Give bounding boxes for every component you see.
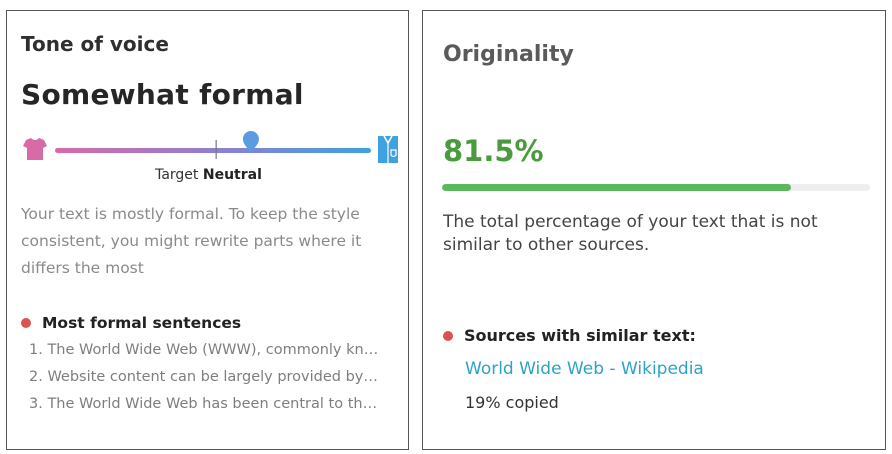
tone-description: Your text is mostly formal. To keep the … — [21, 205, 362, 277]
tone-of-voice-card: Tone of voice Somewhat formal Target Neu… — [6, 10, 409, 450]
t-shirt-icon — [23, 138, 47, 160]
target-prefix: Target — [155, 167, 199, 183]
list-item[interactable]: 2. Website content can be largely provid… — [29, 364, 379, 391]
tone-value: Somewhat formal — [21, 78, 304, 111]
originality-progress-bar — [442, 184, 870, 191]
sources-heading: Sources with similar text: — [443, 326, 696, 345]
sources-label: Sources with similar text: — [464, 326, 696, 345]
tone-track — [55, 148, 371, 153]
originality-title: Originality — [443, 42, 574, 67]
bullet-dot-icon — [21, 318, 31, 328]
originality-progress-fill — [442, 184, 791, 191]
target-marker — [215, 140, 217, 159]
originality-card: Originality 81.5% The total percentage o… — [422, 10, 886, 450]
source-link[interactable]: World Wide Web - Wikipedia — [465, 359, 704, 379]
originality-description: The total percentage of your text that i… — [443, 212, 818, 255]
list-item[interactable]: 3. The World Wide Web has been central t… — [29, 391, 379, 418]
formal-shirt-icon — [378, 135, 398, 163]
tone-title: Tone of voice — [21, 32, 169, 56]
originality-score: 81.5% — [443, 134, 544, 168]
target-label: Target Neutral — [7, 167, 408, 183]
target-value: Neutral — [202, 167, 262, 183]
formal-sentences-list: 1. The World Wide Web (WWW), commonly kn… — [29, 329, 379, 418]
copied-percentage: 19% copied — [465, 393, 559, 412]
list-item[interactable]: 1. The World Wide Web (WWW), commonly kn… — [29, 337, 379, 364]
bullet-dot-icon — [443, 330, 453, 341]
